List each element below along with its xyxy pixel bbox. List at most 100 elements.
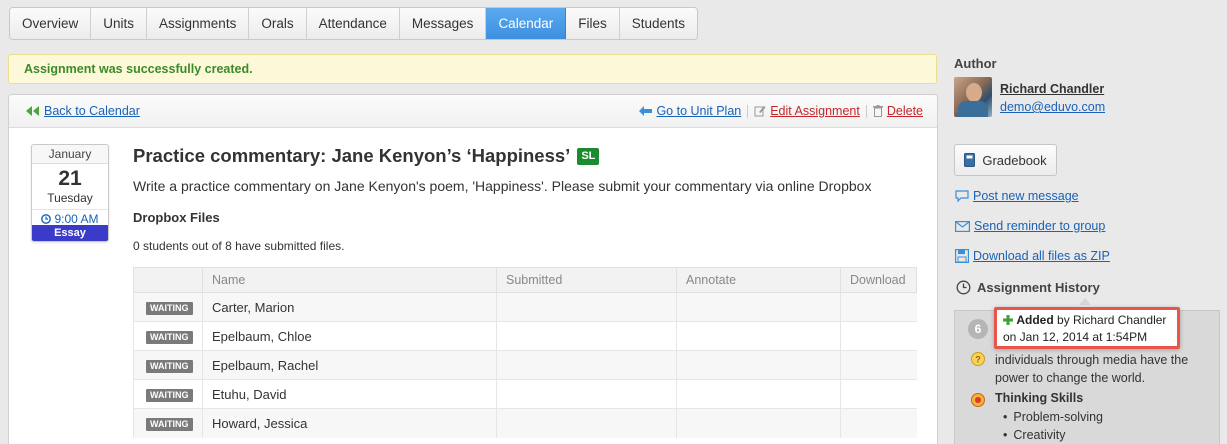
status-cell: WAITING <box>133 379 203 409</box>
submitted-cell <box>496 292 677 322</box>
double-chevron-left-icon <box>26 106 40 116</box>
tab-overview[interactable]: Overview <box>10 8 92 39</box>
assignment-type-badge: Essay <box>32 225 108 241</box>
assignment-panel: Back to Calendar Go to Unit Plan Edit As… <box>8 94 938 444</box>
assignment-history-heading: Assignment History <box>956 280 1100 295</box>
status-cell: WAITING <box>133 292 203 322</box>
status-cell: WAITING <box>133 408 203 438</box>
tab-attendance[interactable]: Attendance <box>306 8 400 39</box>
tab-units[interactable]: Units <box>91 8 148 39</box>
list-item: Creativity <box>1003 426 1103 444</box>
author-heading: Author <box>954 56 997 71</box>
avatar-shirt <box>958 101 988 117</box>
author-name[interactable]: Richard Chandler <box>1000 82 1104 96</box>
post-message-label[interactable]: Post new message <box>973 189 1079 203</box>
assignment-history-title: Assignment History <box>977 280 1100 295</box>
student-name: Epelbaum, Chloe <box>202 321 497 351</box>
tab-assignments[interactable]: Assignments <box>147 8 250 39</box>
status-badge: WAITING <box>146 389 193 402</box>
tab-students[interactable]: Students <box>619 8 698 39</box>
download-cell <box>840 379 917 409</box>
submitted-cell <box>496 379 677 409</box>
download-cell <box>840 350 917 380</box>
panel-header: Back to Calendar Go to Unit Plan Edit As… <box>9 95 937 128</box>
author-email-link[interactable]: demo@eduvo.com <box>1000 100 1105 114</box>
thinking-skills-icon <box>970 392 986 408</box>
tab-calendar[interactable]: Calendar <box>486 8 567 39</box>
status-badge: WAITING <box>146 418 193 432</box>
level-badge: SL <box>577 147 600 165</box>
submitted-cell <box>496 408 677 438</box>
svg-text:?: ? <box>975 355 981 365</box>
edit-assignment-link[interactable]: Edit Assignment <box>770 104 860 118</box>
floppy-disk-icon <box>955 249 969 263</box>
annotate-cell <box>676 350 841 380</box>
tab-files[interactable]: Files <box>566 8 620 39</box>
download-zip-label[interactable]: Download all files as ZIP <box>973 249 1110 263</box>
date-day: 21 <box>58 167 82 190</box>
send-reminder-link[interactable]: Send reminder to group <box>955 219 1105 233</box>
status-badge: WAITING <box>146 331 193 344</box>
thinking-skills-heading: Thinking Skills <box>995 391 1084 405</box>
status-cell: WAITING <box>133 350 203 380</box>
column-header-name: Name <box>202 267 497 293</box>
tooltip-arrow <box>1079 298 1091 305</box>
submitted-cell <box>496 321 677 351</box>
gradebook-button[interactable]: Gradebook <box>954 144 1057 176</box>
student-name: Epelbaum, Rachel <box>202 350 497 380</box>
clock-icon <box>41 214 52 224</box>
gradebook-icon <box>964 153 976 167</box>
plus-icon <box>1003 315 1013 325</box>
assignment-description: Write a practice commentary on Jane Keny… <box>133 178 872 194</box>
clock-icon <box>956 280 971 295</box>
go-to-unit-plan-link[interactable]: Go to Unit Plan <box>656 104 741 118</box>
header-actions: Go to Unit Plan Edit Assignment Delete <box>639 104 923 118</box>
send-reminder-label[interactable]: Send reminder to group <box>974 219 1105 233</box>
annotate-cell <box>676 379 841 409</box>
speech-bubble-icon <box>955 190 969 202</box>
table-row: WAITING Carter, Marion <box>133 292 917 322</box>
download-cell <box>840 292 917 322</box>
divider <box>865 104 867 118</box>
history-count-badge: 6 <box>968 319 988 339</box>
main-tabs: Overview Units Assignments Orals Attenda… <box>9 7 699 40</box>
column-header-download: Download <box>840 267 917 293</box>
annotate-cell <box>676 408 841 438</box>
back-to-calendar-label[interactable]: Back to Calendar <box>44 104 140 118</box>
tooltip-action: Added <box>1016 313 1054 327</box>
back-to-calendar-link[interactable]: Back to Calendar <box>26 104 140 118</box>
gradebook-label: Gradebook <box>982 152 1047 168</box>
tooltip-line-1: Added by Richard Chandler <box>1003 312 1171 329</box>
history-entry-text: individuals through media have the power… <box>995 353 1189 385</box>
annotate-cell <box>676 321 841 351</box>
success-flash-message: Assignment was successfully created. <box>8 54 937 84</box>
table-row: WAITING Howard, Jessica <box>133 408 917 438</box>
status-badge: WAITING <box>146 302 193 315</box>
edit-icon <box>754 105 766 117</box>
arrow-left-icon <box>639 106 653 116</box>
date-weekday: Tuesday <box>47 191 93 205</box>
avatar-face <box>966 83 982 102</box>
table-header-row: Name Submitted Annotate Download <box>133 267 917 293</box>
table-row: WAITING Epelbaum, Rachel <box>133 350 917 380</box>
table-row: WAITING Epelbaum, Chloe <box>133 321 917 351</box>
student-name: Carter, Marion <box>202 292 497 322</box>
submissions-table: Name Submitted Annotate Download WAITING… <box>133 267 917 438</box>
tab-orals[interactable]: Orals <box>249 8 307 39</box>
delete-link[interactable]: Delete <box>887 104 923 118</box>
envelope-icon <box>955 220 970 232</box>
download-zip-link[interactable]: Download all files as ZIP <box>955 249 1110 263</box>
avatar[interactable] <box>954 77 992 117</box>
column-header-annotate: Annotate <box>676 267 841 293</box>
download-cell <box>840 321 917 351</box>
assignment-title: Practice commentary: Jane Kenyon’s ‘Happ… <box>133 145 600 167</box>
student-name: Howard, Jessica <box>202 408 497 438</box>
skills-list: Problem-solving Creativity <box>1003 408 1103 444</box>
history-tooltip: Added by Richard Chandler on Jan 12, 201… <box>994 307 1180 349</box>
dropbox-heading: Dropbox Files <box>133 210 220 225</box>
tab-messages[interactable]: Messages <box>399 8 487 39</box>
trash-icon <box>872 105 883 117</box>
submitted-cell <box>496 350 677 380</box>
post-message-link[interactable]: Post new message <box>955 189 1079 203</box>
list-item: Problem-solving <box>1003 408 1103 426</box>
